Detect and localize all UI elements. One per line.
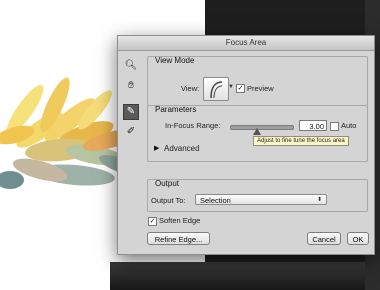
focus-area-subtract-brush-icon[interactable]: ✐ <box>123 124 139 140</box>
preview-checkbox[interactable]: ✓ <box>236 84 245 93</box>
advanced-toggle[interactable]: Advanced <box>164 144 200 153</box>
view-label: View: <box>181 84 200 93</box>
output-to-select[interactable]: Selection ⬍ <box>195 194 327 205</box>
in-focus-range-input[interactable]: 3.00 <box>299 120 327 131</box>
output-group: Output Output To: Selection ⬍ <box>147 179 368 212</box>
range-tooltip: Adjust to fine tune the focus area <box>253 136 349 146</box>
parameters-title: Parameters <box>155 105 197 114</box>
output-to-label: Output To: <box>151 196 186 205</box>
dialog-title: Focus Area <box>118 36 374 51</box>
hand-icon[interactable]: ✋︎ <box>123 78 139 94</box>
ok-button[interactable]: OK <box>347 232 369 245</box>
view-mode-title: View Mode <box>155 56 195 65</box>
focus-area-dialog: Focus Area 🔍︎ ✋︎ ✎ ✐ View Mode View: ▼ ✓… <box>117 35 375 255</box>
view-mode-group: View Mode View: ▼ ✓ Preview <box>147 56 368 106</box>
preview-label: Preview <box>247 84 274 93</box>
in-focus-range-slider[interactable] <box>230 125 294 130</box>
auto-checkbox[interactable] <box>330 122 339 131</box>
view-thumbnail-button[interactable] <box>203 77 229 101</box>
cancel-button[interactable]: Cancel <box>307 232 341 245</box>
tool-strip: 🔍︎ ✋︎ ✎ ✐ <box>123 58 139 144</box>
view-dropdown-arrow-icon[interactable]: ▼ <box>228 84 234 90</box>
soften-edge-label: Soften Edge <box>159 216 201 225</box>
advanced-expand-icon[interactable]: ▶ <box>154 144 159 152</box>
view-thumbnail-icon <box>210 81 223 99</box>
parameters-group: Parameters In-Focus Range: 3.00 Auto Adj… <box>147 105 368 162</box>
refine-edge-button[interactable]: Refine Edge... <box>147 232 210 245</box>
in-focus-range-label: In-Focus Range: <box>165 121 221 130</box>
output-title: Output <box>155 179 180 188</box>
select-arrows-icon: ⬍ <box>316 197 322 203</box>
focus-area-add-brush-icon[interactable]: ✎ <box>123 104 139 120</box>
output-to-value: Selection <box>200 196 231 205</box>
in-focus-range-slider-thumb[interactable] <box>252 128 261 135</box>
auto-label: Auto <box>341 121 357 130</box>
background-floor <box>110 262 365 290</box>
zoom-icon[interactable]: 🔍︎ <box>123 58 139 74</box>
soften-edge-checkbox[interactable]: ✓ <box>148 217 157 226</box>
